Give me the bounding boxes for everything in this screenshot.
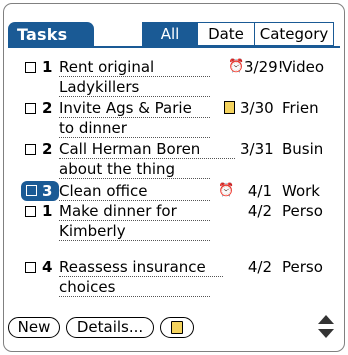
tab-date[interactable]: Date (197, 23, 254, 45)
task-category[interactable]: Busin (282, 139, 323, 160)
task-description[interactable]: Make dinner for (59, 201, 177, 222)
task-row[interactable]: 4 Reassess insurance 4/2 Perso choices (0, 257, 348, 297)
task-due-date[interactable]: 4/2 (240, 257, 272, 278)
scroll-down-icon[interactable] (318, 329, 334, 338)
task-description[interactable]: Rent original (59, 57, 154, 78)
note-icon (171, 321, 183, 334)
task-due-date[interactable]: 3/31 (240, 139, 274, 160)
task-category[interactable]: Perso (282, 201, 323, 222)
task-due-date[interactable]: 3/29! (244, 57, 284, 78)
task-priority[interactable]: 4 (42, 257, 52, 278)
task-due-date[interactable]: 4/2 (240, 201, 272, 222)
description-underline (59, 178, 210, 179)
task-description-cont[interactable]: to dinner (59, 118, 127, 139)
alarm-icon: ⏰ (218, 183, 235, 198)
task-checkbox[interactable] (25, 144, 36, 155)
description-underline (59, 96, 210, 97)
task-due-date[interactable]: 4/1 (240, 181, 272, 202)
alarm-icon: ⏰ (228, 59, 245, 74)
task-row[interactable]: 1 Rent original ⏰ 3/29! Video Ladykiller… (0, 57, 348, 97)
scroll-up-icon[interactable] (318, 315, 334, 324)
task-description-cont[interactable]: Kimberly (59, 221, 126, 242)
description-underline (59, 296, 210, 297)
task-priority[interactable]: 3 (42, 181, 52, 201)
filter-tabs: All Date Category (142, 22, 334, 46)
task-row-selected[interactable]: 3 Clean office ⏰ 4/1 Work (0, 181, 348, 202)
task-description-cont[interactable]: choices (59, 277, 115, 298)
task-description-cont[interactable]: about the thing (59, 159, 175, 180)
task-row[interactable]: 2 Call Herman Boren 3/31 Busin about the… (0, 139, 348, 179)
app-title: Tasks (8, 22, 94, 47)
task-priority[interactable]: 1 (42, 57, 52, 78)
tab-all[interactable]: All (143, 23, 197, 45)
task-row[interactable]: 2 Invite Ags & Parie 3/30 Frien to dinne… (0, 98, 348, 138)
task-priority[interactable]: 2 (42, 98, 52, 119)
new-button[interactable]: New (8, 317, 60, 338)
task-checkbox[interactable] (25, 262, 36, 273)
description-underline (59, 240, 210, 241)
task-category[interactable]: Video (282, 57, 324, 78)
description-underline (59, 137, 210, 138)
selection-highlight: 3 (21, 181, 59, 201)
task-checkbox[interactable] (25, 206, 36, 217)
task-row[interactable]: 1 Make dinner for 4/2 Perso Kimberly (0, 201, 348, 241)
note-icon[interactable] (222, 101, 236, 117)
task-priority[interactable]: 2 (42, 139, 52, 160)
task-checkbox[interactable] (25, 103, 36, 114)
task-category[interactable]: Work (282, 181, 320, 202)
title-underline (8, 46, 340, 48)
task-due-date[interactable]: 3/30 (240, 98, 274, 119)
task-category[interactable]: Frien (282, 98, 319, 119)
details-button[interactable]: Details... (66, 317, 154, 338)
task-priority[interactable]: 1 (42, 201, 52, 222)
task-description-cont[interactable]: Ladykillers (59, 77, 139, 98)
task-category[interactable]: Perso (282, 257, 323, 278)
note-button[interactable] (160, 317, 194, 338)
scroll-arrows-icon[interactable] (316, 315, 336, 341)
task-description[interactable]: Reassess insurance (59, 257, 206, 278)
task-description[interactable]: Clean office (59, 181, 148, 202)
tab-category[interactable]: Category (254, 23, 333, 45)
task-description[interactable]: Call Herman Boren (59, 139, 200, 160)
task-description[interactable]: Invite Ags & Parie (59, 98, 192, 119)
task-checkbox[interactable] (25, 62, 36, 73)
task-checkbox[interactable] (26, 185, 37, 196)
